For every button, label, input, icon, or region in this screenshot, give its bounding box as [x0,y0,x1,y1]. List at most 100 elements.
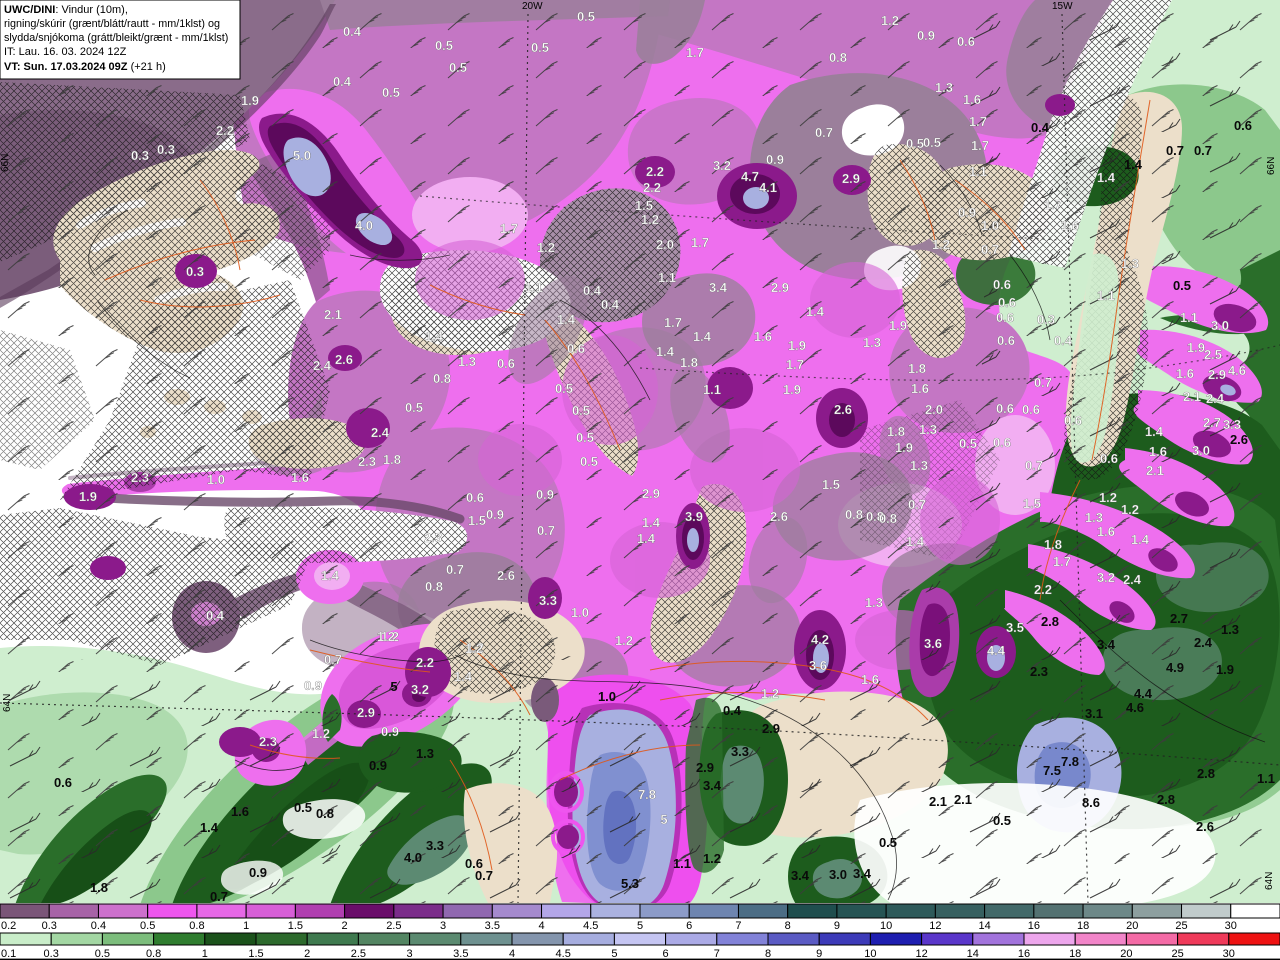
svg-text:1.7: 1.7 [686,45,704,60]
svg-text:1.6: 1.6 [861,672,879,687]
svg-text:0.5: 0.5 [577,9,595,24]
svg-text:0.8: 0.8 [316,806,334,821]
svg-text:30: 30 [1225,920,1237,932]
svg-text:2.4: 2.4 [371,425,390,440]
svg-text:2.8: 2.8 [1041,614,1059,629]
svg-text:1.2: 1.2 [932,237,950,252]
svg-text:3.5: 3.5 [1006,620,1024,635]
svg-text:2.7: 2.7 [1170,611,1188,626]
svg-text:4: 4 [538,920,544,932]
svg-text:1.4: 1.4 [693,329,712,344]
svg-text:0.7: 0.7 [475,868,493,883]
svg-text:2.2: 2.2 [416,655,434,670]
svg-text:1.5: 1.5 [635,198,653,213]
svg-text:0.7: 0.7 [1166,143,1184,158]
svg-text:0.5: 0.5 [923,135,941,150]
svg-text:2.9: 2.9 [1208,367,1226,382]
svg-text:1.3: 1.3 [919,422,937,437]
svg-text:0.4: 0.4 [1054,333,1073,348]
svg-text:3.4: 3.4 [709,280,728,295]
svg-text:1.0: 1.0 [981,218,999,233]
svg-text:2.4: 2.4 [313,358,332,373]
svg-text:2.3: 2.3 [1030,664,1048,679]
svg-text:1.1: 1.1 [525,280,543,295]
svg-text:15W: 15W [1052,1,1073,12]
svg-text:10: 10 [880,920,892,932]
svg-text:3.5: 3.5 [453,948,468,960]
svg-text:1.2: 1.2 [881,13,899,28]
svg-text:2.3: 2.3 [358,454,376,469]
svg-text:2.3: 2.3 [259,734,277,749]
svg-text:0.3: 0.3 [186,264,204,279]
svg-text:UWC/DINI: Vindur (10m),: UWC/DINI: Vindur (10m), [4,4,128,16]
svg-text:3.3: 3.3 [539,593,557,608]
svg-text:3.2: 3.2 [411,682,429,697]
svg-text:0.7: 0.7 [210,889,228,904]
svg-text:2.8: 2.8 [1197,766,1215,781]
svg-text:2.9: 2.9 [771,280,789,295]
svg-text:slydda/snjókoma (grátt/bleikt/: slydda/snjókoma (grátt/bleikt/grænt - mm… [4,32,228,44]
svg-text:9: 9 [816,948,822,960]
svg-text:0.9: 0.9 [486,507,504,522]
svg-text:1.8: 1.8 [887,424,905,439]
svg-text:12: 12 [915,948,927,960]
svg-text:1.7: 1.7 [691,235,709,250]
svg-text:1.8: 1.8 [680,355,698,370]
svg-text:66N: 66N [0,154,11,172]
svg-text:2.2: 2.2 [216,123,234,138]
svg-text:18: 18 [1077,920,1089,932]
svg-text:2.4: 2.4 [1194,635,1213,650]
svg-text:1.9: 1.9 [788,338,806,353]
svg-text:0.7: 0.7 [537,523,555,538]
svg-text:1.3: 1.3 [1221,622,1239,637]
svg-text:0.9: 0.9 [917,28,935,43]
svg-text:0.5: 0.5 [1173,278,1191,293]
svg-text:0.8: 0.8 [829,50,847,65]
svg-text:0.9: 0.9 [369,758,387,773]
svg-text:3.5: 3.5 [485,920,500,932]
svg-text:1.6: 1.6 [963,92,981,107]
svg-text:3.0: 3.0 [1211,318,1229,333]
svg-text:0.4: 0.4 [343,24,362,39]
svg-text:2.8: 2.8 [1157,792,1175,807]
svg-text:1.2: 1.2 [615,633,633,648]
svg-text:2.6: 2.6 [497,568,515,583]
svg-text:0.5: 0.5 [572,403,590,418]
svg-text:0.4: 0.4 [583,283,602,298]
svg-text:4.9: 4.9 [1166,660,1184,675]
svg-text:1.2: 1.2 [1121,502,1139,517]
svg-text:0.8: 0.8 [879,511,897,526]
svg-text:1.2: 1.2 [312,726,330,741]
svg-text:2.0: 2.0 [925,402,943,417]
svg-text:1.7: 1.7 [500,221,518,236]
svg-text:6: 6 [686,920,692,932]
svg-text:4.0: 4.0 [404,850,422,865]
svg-text:0.6: 0.6 [1234,118,1252,133]
svg-text:1.6: 1.6 [291,470,309,485]
svg-text:0.6: 0.6 [993,277,1011,292]
svg-text:1.8: 1.8 [90,880,108,895]
svg-text:0.8: 0.8 [425,579,443,594]
svg-text:0.3: 0.3 [157,142,175,157]
svg-text:0.4: 0.4 [601,297,620,312]
svg-text:1.9: 1.9 [895,440,913,455]
svg-text:16: 16 [1028,920,1040,932]
svg-text:7.8: 7.8 [1061,754,1079,769]
svg-text:0.7: 0.7 [446,562,464,577]
svg-text:20W: 20W [522,1,543,12]
svg-text:5.3: 5.3 [621,876,639,891]
svg-text:2.5: 2.5 [351,948,366,960]
svg-text:1.9: 1.9 [889,318,907,333]
svg-text:2: 2 [304,948,310,960]
svg-text:2.3: 2.3 [131,470,149,485]
svg-text:3.1: 3.1 [1085,706,1103,721]
svg-text:0.5: 0.5 [435,38,453,53]
svg-text:0.7: 0.7 [981,242,999,257]
svg-text:1.4: 1.4 [454,669,473,684]
svg-text:1.7: 1.7 [664,315,682,330]
svg-text:1.4: 1.4 [1124,157,1143,172]
svg-text:1.7: 1.7 [786,357,804,372]
svg-text:VT: Sun. 17.03.2024 09Z (+21 h: VT: Sun. 17.03.2024 09Z (+21 h) [4,61,166,73]
svg-text:0.2: 0.2 [1,920,16,932]
svg-text:64N: 64N [2,694,13,712]
